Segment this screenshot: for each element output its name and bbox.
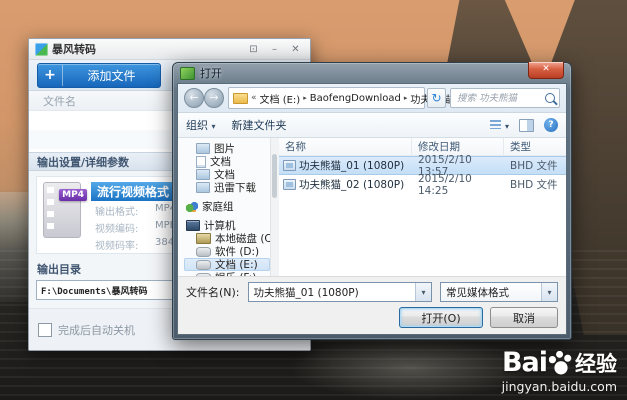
chevron-down-icon[interactable]: ▾ [541, 283, 557, 301]
sidebar-label: 家庭组 [202, 199, 234, 214]
navigation-pane: 图片 文档 文档 迅雷下载 家庭组 计算机 本地磁盘 (C:) 软件 (D:) … [178, 138, 270, 276]
sidebar-item-homegroup[interactable]: 家庭组 [184, 200, 270, 213]
filetype-value: 常见媒体格式 [446, 285, 509, 300]
organize-label: 组织 [186, 119, 208, 132]
file-list: 名称 修改日期 类型 功夫熊猫_01 (1080P) 2015/2/10 13:… [279, 138, 566, 276]
crumb-separator-icon: ▸ [303, 94, 307, 102]
chevrons-icon[interactable]: « [251, 93, 257, 103]
app-titlebar[interactable]: 暴风转码 ⊡ – ✕ [29, 39, 310, 60]
filename-combobox[interactable]: 功夫熊猫_01 (1080P) ▾ [248, 282, 432, 302]
homegroup-icon [186, 202, 198, 212]
library-icon [196, 169, 210, 180]
param-label: 视频码率: [95, 237, 149, 252]
mp4-film-icon: MP4 [43, 182, 81, 238]
plus-icon: + [38, 65, 63, 86]
file-type: BHD 文件 [504, 177, 566, 192]
crumb-separator-icon: ▸ [404, 94, 408, 102]
scrollbar-thumb[interactable] [272, 154, 277, 198]
cancel-button[interactable]: 取消 [490, 307, 558, 328]
baidu-jingyan-text: 经验 [575, 348, 617, 378]
hard-drive-icon [196, 233, 211, 244]
sidebar-label: 迅雷下载 [214, 180, 256, 195]
folder-icon [233, 93, 248, 104]
chevron-down-icon: ▾ [505, 122, 509, 131]
chevron-down-icon: ▾ [212, 122, 216, 131]
sidebar-item-thunder-downloads[interactable]: 迅雷下载 [184, 181, 270, 194]
sidebar-scrollbar[interactable] [270, 138, 279, 276]
open-dialog: 打开 ✕ ← → « 文档 (E:) ▸ BaofengDownload ▸ 功… [172, 62, 572, 340]
computer-icon [186, 220, 200, 231]
dialog-buttons: 打开(O) 取消 [186, 307, 558, 328]
refresh-button[interactable]: ↻ [427, 88, 446, 108]
param-label: 视频编码: [95, 220, 149, 235]
search-icon [545, 93, 555, 103]
app-title: 暴风转码 [52, 41, 241, 57]
column-header-type[interactable]: 类型 [504, 138, 566, 155]
open-button[interactable]: 打开(O) [399, 307, 483, 328]
breadcrumb-drive[interactable]: 文档 (E:) [260, 91, 301, 106]
dialog-title: 打开 [200, 65, 222, 81]
views-icon [490, 120, 501, 129]
dialog-titlebar[interactable]: 打开 ✕ [177, 63, 567, 83]
dialog-bottom-bar: 文件名(N): 功夫熊猫_01 (1080P) ▾ 常见媒体格式 ▾ 打开(O)… [178, 276, 566, 334]
back-button[interactable]: ← [184, 88, 204, 108]
drive-icon [196, 247, 211, 257]
bhd-file-icon [283, 179, 296, 190]
dialog-close-button[interactable]: ✕ [528, 62, 564, 79]
baidu-url: jingyan.baidu.com [502, 379, 617, 394]
forward-button[interactable]: → [204, 88, 224, 108]
baidu-logo-text: Bai [502, 347, 547, 378]
library-icon [196, 143, 210, 154]
breadcrumb-folder[interactable]: BaofengDownload [310, 93, 401, 104]
app-close-button[interactable]: ✕ [287, 43, 304, 56]
command-toolbar: 组织 ▾ 新建文件夹 ▾ ? [178, 113, 566, 138]
dialog-body: ← → « 文档 (E:) ▸ BaofengDownload ▸ 功夫熊猫 ▾… [177, 83, 567, 335]
search-box[interactable] [450, 88, 560, 108]
views-button[interactable]: ▾ [490, 119, 509, 132]
file-date: 2015/2/10 14:25 [412, 173, 504, 197]
mp4-badge: MP4 [59, 189, 87, 201]
search-input[interactable] [455, 92, 545, 105]
chevron-down-icon[interactable]: ▾ [415, 283, 431, 301]
navigation-row: ← → « 文档 (E:) ▸ BaofengDownload ▸ 功夫熊猫 ▾… [178, 84, 566, 113]
wallpaper-reflection [290, 336, 530, 400]
dialog-content: 图片 文档 文档 迅雷下载 家庭组 计算机 本地磁盘 (C:) 软件 (D:) … [178, 138, 566, 276]
column-header-name[interactable]: 名称 [279, 138, 412, 155]
baidu-logo-row: Bai 经验 [502, 347, 617, 378]
filename-value: 功夫熊猫_01 (1080P) [254, 285, 359, 300]
file-name: 功夫熊猫_02 (1080P) [299, 177, 412, 192]
add-file-button[interactable]: + 添加文件 [37, 63, 161, 88]
desktop: 暴风转码 ⊡ – ✕ + 添加文件 文件名 输出设置/详细参数 MP4 流行视频… [0, 0, 627, 400]
app-minimize-button[interactable]: – [266, 43, 283, 56]
drive-icon [196, 260, 211, 270]
address-bar[interactable]: « 文档 (E:) ▸ BaofengDownload ▸ 功夫熊猫 ▾ [228, 87, 425, 109]
filename-column-header: 文件名 [43, 93, 76, 109]
app-menu-button[interactable]: ⊡ [245, 43, 262, 56]
help-button[interactable]: ? [544, 118, 558, 132]
file-name: 功夫熊猫_01 (1080P) [299, 158, 412, 173]
document-icon [196, 156, 206, 168]
auto-shutdown-checkbox[interactable] [38, 323, 52, 337]
app-logo-icon [35, 43, 48, 56]
filename-row: 文件名(N): 功夫熊猫_01 (1080P) ▾ 常见媒体格式 ▾ [186, 282, 558, 302]
auto-shutdown-label: 完成后自动关机 [58, 322, 135, 338]
preview-pane-button[interactable] [519, 119, 534, 132]
library-icon [196, 182, 210, 193]
add-file-label: 添加文件 [63, 67, 160, 84]
column-header-date[interactable]: 修改日期 [412, 138, 504, 155]
bhd-file-icon [283, 160, 296, 171]
toolbar-right-icons: ▾ ? [490, 118, 558, 132]
file-row[interactable]: 功夫熊猫_02 (1080P) 2015/2/10 14:25 BHD 文件 [279, 175, 566, 194]
organize-menu[interactable]: 组织 ▾ [186, 117, 216, 133]
filename-label: 文件名(N): [186, 284, 240, 300]
baidu-paw-icon [549, 351, 573, 375]
open-dialog-icon [180, 67, 195, 80]
baidu-watermark: Bai 经验 jingyan.baidu.com [502, 347, 617, 394]
file-type: BHD 文件 [504, 158, 566, 173]
filetype-combobox[interactable]: 常见媒体格式 ▾ [440, 282, 558, 302]
param-label: 输出格式: [95, 203, 149, 218]
new-folder-button[interactable]: 新建文件夹 [232, 117, 287, 133]
